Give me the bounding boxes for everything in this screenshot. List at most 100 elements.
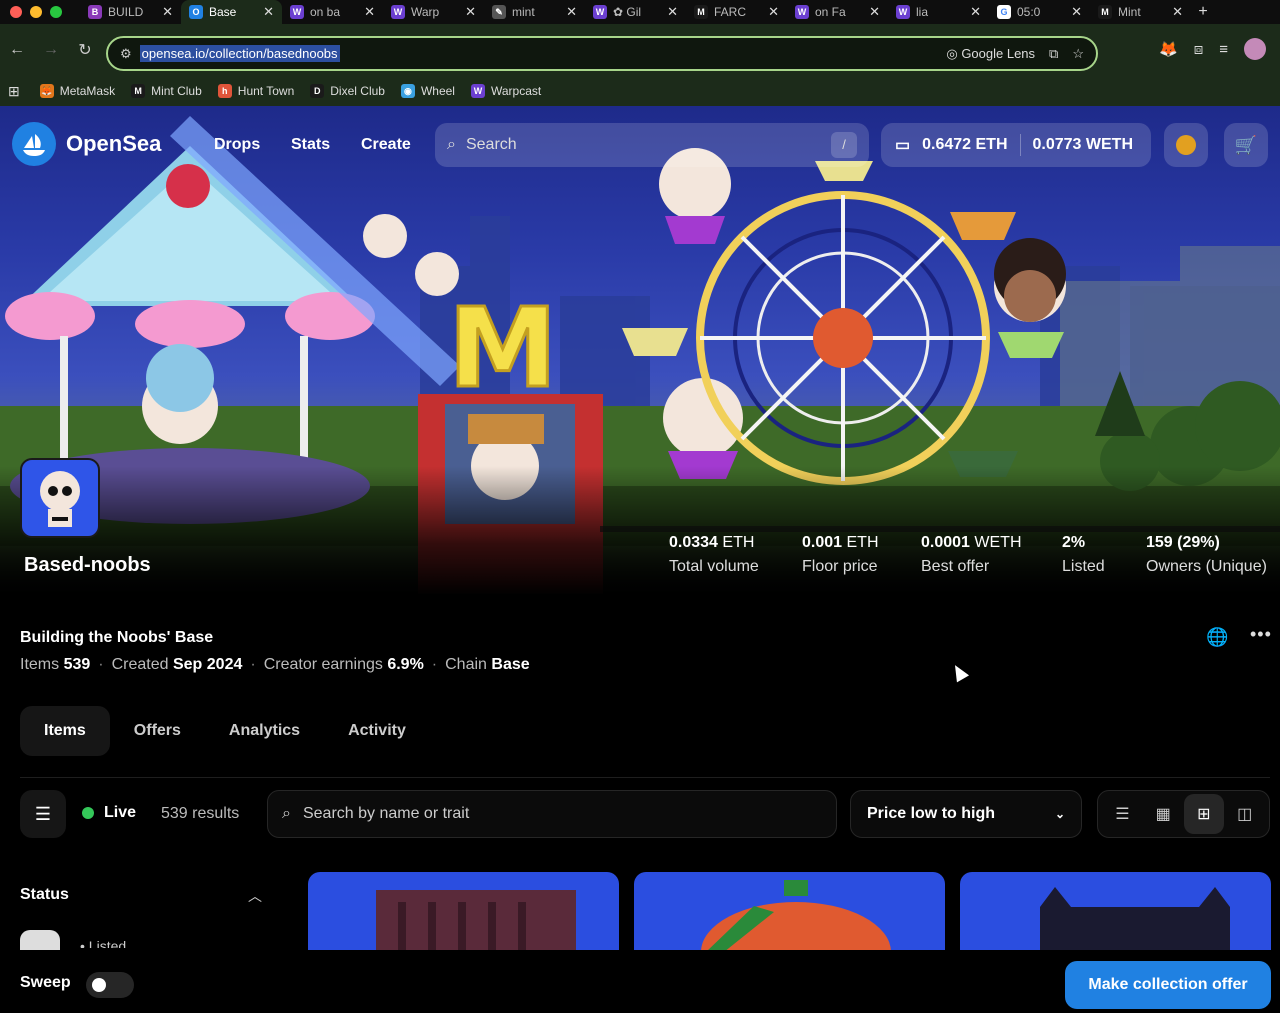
- status-filter-title[interactable]: Status: [20, 886, 69, 904]
- tab-title: on ba: [310, 5, 341, 19]
- tab-close-icon[interactable]: ✕: [465, 4, 476, 20]
- metamask-extension-icon[interactable]: 🦊: [1159, 40, 1178, 58]
- bookmark-item[interactable]: W Warpcast: [470, 84, 541, 98]
- browser-tab[interactable]: Won ba ✕: [282, 0, 383, 24]
- google-lens-button[interactable]: ◎ Google Lens: [946, 46, 1035, 62]
- browser-tab[interactable]: Won Fa ✕: [787, 0, 888, 24]
- nft-card[interactable]: [308, 872, 619, 952]
- tab-favicon-icon: W: [391, 5, 405, 19]
- media-controls-icon[interactable]: ≡: [1219, 41, 1228, 58]
- live-label: Live: [104, 804, 137, 821]
- nav-drops-link[interactable]: Drops: [214, 136, 260, 154]
- eth-balance: 0.6472 ETH: [922, 136, 1008, 153]
- bookmark-favicon-icon: W: [470, 84, 485, 98]
- forward-button[interactable]: →: [34, 41, 68, 59]
- bookmark-item[interactable]: h Hunt Town: [217, 84, 294, 98]
- bookmark-label: Wheel: [420, 84, 455, 98]
- nav-create-link[interactable]: Create: [361, 136, 411, 154]
- browser-tab[interactable]: G 05:0 ✕: [989, 0, 1090, 24]
- tab-title: 05:0: [1017, 5, 1041, 19]
- stat-listed: 2% Listed: [1062, 534, 1105, 576]
- browser-tab[interactable]: M FARC ✕: [686, 0, 787, 24]
- item-search-input[interactable]: ⌕ Search by name or trait: [267, 790, 837, 838]
- tab-close-icon[interactable]: ✕: [1172, 4, 1183, 20]
- browser-tab[interactable]: M Mint ✕: [1090, 0, 1191, 24]
- tab-close-icon[interactable]: ✕: [162, 4, 173, 20]
- tab-close-icon[interactable]: ✕: [667, 4, 678, 20]
- close-window-button[interactable]: [10, 6, 22, 18]
- list-view-button[interactable]: ☰: [1102, 794, 1142, 834]
- more-options-icon[interactable]: •••: [1250, 624, 1272, 645]
- lens-icon: ◎: [946, 45, 958, 61]
- global-search-input[interactable]: ⌕ Search /: [435, 123, 869, 167]
- opensea-logo[interactable]: OpenSea: [12, 122, 161, 166]
- make-collection-offer-button[interactable]: Make collection offer: [1065, 961, 1271, 1009]
- tab-close-icon[interactable]: ✕: [970, 4, 981, 20]
- tab-offers[interactable]: Offers: [110, 706, 205, 756]
- browser-tab[interactable]: W ✿ Gil ✕: [585, 0, 686, 24]
- stat-label: Owners (Unique): [1146, 558, 1267, 575]
- extensions-puzzle-icon[interactable]: ⧈: [1194, 41, 1204, 58]
- bottom-action-bar: Sweep Make collection offer: [0, 950, 1280, 1013]
- user-avatar-icon: [1176, 135, 1196, 155]
- tab-analytics[interactable]: Analytics: [205, 706, 324, 756]
- tab-close-icon[interactable]: ✕: [1071, 4, 1082, 20]
- stat-value: 0.001: [802, 534, 843, 551]
- bookmark-label: Mint Club: [151, 84, 202, 98]
- chevron-up-icon[interactable]: ︿: [248, 886, 262, 906]
- reload-button[interactable]: ↻: [68, 40, 102, 60]
- bookmark-star-icon[interactable]: ☆: [1072, 46, 1084, 62]
- status-all-chip[interactable]: [20, 930, 60, 950]
- stat-label: Floor price: [802, 558, 878, 575]
- install-app-icon[interactable]: ⧉: [1049, 46, 1058, 62]
- back-button[interactable]: ←: [0, 41, 34, 59]
- tab-items[interactable]: Items: [20, 706, 110, 756]
- bookmark-item[interactable]: M Mint Club: [131, 84, 202, 98]
- apps-grid-icon[interactable]: ⊞: [8, 83, 20, 100]
- stat-total-volume: 0.0334 ETH Total volume: [669, 534, 759, 576]
- browser-tab[interactable]: O Base ✕: [181, 0, 282, 24]
- sweep-toggle[interactable]: [86, 972, 134, 998]
- account-avatar-button[interactable]: [1164, 123, 1208, 167]
- profile-avatar[interactable]: [1244, 38, 1266, 60]
- tab-close-icon[interactable]: ✕: [566, 4, 577, 20]
- medium-grid-view-button[interactable]: ⊞: [1183, 794, 1224, 834]
- bookmark-item[interactable]: 🦊 MetaMask: [39, 84, 115, 98]
- browser-tab[interactable]: B BUILD ✕: [80, 0, 181, 24]
- nav-stats-link[interactable]: Stats: [291, 136, 330, 154]
- browser-tab[interactable]: ✎ mint ✕: [484, 0, 585, 24]
- tab-favicon-icon: W: [795, 5, 809, 19]
- small-grid-view-button[interactable]: ▦: [1143, 794, 1183, 834]
- window-controls: [0, 6, 80, 18]
- minimize-window-button[interactable]: [30, 6, 42, 18]
- bookmark-item[interactable]: ◉ Wheel: [400, 84, 455, 98]
- tab-close-icon[interactable]: ✕: [263, 4, 274, 20]
- nft-card[interactable]: [634, 872, 945, 952]
- tab-activity[interactable]: Activity: [324, 706, 430, 756]
- status-listed-chip[interactable]: • Listed: [80, 938, 126, 948]
- stat-floor-price: 0.001 ETH Floor price: [802, 534, 879, 576]
- collection-meta: Items 539 · Created Sep 2024 · Creator earni…: [20, 656, 530, 673]
- browser-tab[interactable]: Wlia ✕: [888, 0, 989, 24]
- sweep-label: Sweep: [20, 974, 71, 991]
- large-grid-view-button[interactable]: ◫: [1225, 794, 1265, 834]
- bookmark-item[interactable]: D Dixel Club: [310, 84, 385, 98]
- url-bar[interactable]: ⚙ opensea.io/collection/basednoobs ◎ Goo…: [106, 36, 1098, 71]
- nft-card[interactable]: [960, 872, 1271, 952]
- tab-favicon-icon: W: [290, 5, 304, 19]
- tab-close-icon[interactable]: ✕: [364, 4, 375, 20]
- tab-title: mint: [512, 5, 535, 19]
- cart-button[interactable]: 🛒: [1224, 123, 1268, 167]
- browser-tab[interactable]: W Warp ✕: [383, 0, 484, 24]
- meta-chain-label: Chain: [445, 656, 487, 673]
- site-settings-icon[interactable]: ⚙: [120, 46, 132, 62]
- wallet-balance-button[interactable]: ▭ 0.6472 ETH 0.0773 WETH: [881, 123, 1151, 167]
- website-globe-icon[interactable]: 🌐: [1206, 627, 1228, 648]
- filter-toggle-button[interactable]: ☰: [20, 790, 66, 838]
- new-tab-button[interactable]: +: [1191, 3, 1215, 21]
- maximize-window-button[interactable]: [50, 6, 62, 18]
- url-text[interactable]: opensea.io/collection/basednoobs: [139, 45, 340, 62]
- sort-dropdown[interactable]: Price low to high ⌄: [850, 790, 1082, 838]
- tab-close-icon[interactable]: ✕: [768, 4, 779, 20]
- tab-close-icon[interactable]: ✕: [869, 4, 880, 20]
